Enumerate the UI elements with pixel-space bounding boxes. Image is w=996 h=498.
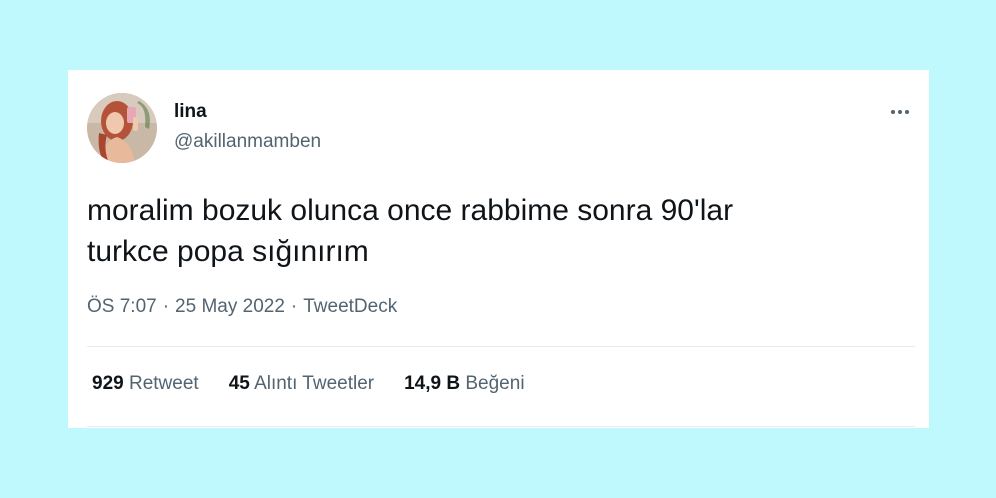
more-options-button[interactable] xyxy=(886,100,914,124)
tweet-text: moralim bozuk olunca once rabbime sonra … xyxy=(87,190,887,272)
tweet-source[interactable]: TweetDeck xyxy=(303,296,397,317)
likes-label: Beğeni xyxy=(465,373,525,394)
more-horizontal-icon-dot xyxy=(905,110,909,114)
quotes-label: Alıntı Tweetler xyxy=(254,373,375,394)
divider xyxy=(87,426,915,427)
tweet-date[interactable]: 25 May 2022 xyxy=(175,296,285,317)
tweet-text-line: turkce popa sığınırım xyxy=(87,235,369,268)
meta-separator: · xyxy=(290,296,298,317)
retweets-stat[interactable]: 929 Retweet xyxy=(92,373,199,395)
likes-count: 14,9 B xyxy=(404,373,461,394)
divider xyxy=(87,346,915,347)
author-name[interactable]: lina xyxy=(174,101,207,123)
tweet-stats: 929 Retweet 45 Alıntı Tweetler 14,9 B Be… xyxy=(92,373,525,395)
quotes-stat[interactable]: 45 Alıntı Tweetler xyxy=(229,373,374,395)
retweets-count: 929 xyxy=(92,373,124,394)
avatar[interactable] xyxy=(87,93,157,163)
tweet-meta: ÖS 7:07 · 25 May 2022 · TweetDeck xyxy=(87,296,397,318)
retweets-label: Retweet xyxy=(128,373,199,394)
likes-stat[interactable]: 14,9 B Beğeni xyxy=(404,373,524,395)
tweet-card: lina @akillanmamben moralim bozuk olunca… xyxy=(68,70,929,428)
more-horizontal-icon xyxy=(891,110,895,114)
meta-separator: · xyxy=(162,296,170,317)
more-horizontal-icon-dot xyxy=(898,110,902,114)
author-handle[interactable]: @akillanmamben xyxy=(174,131,321,153)
tweet-text-line: moralim bozuk olunca once rabbime sonra … xyxy=(87,194,734,227)
avatar-image xyxy=(87,93,157,163)
tweet-time[interactable]: ÖS 7:07 xyxy=(87,296,157,317)
quotes-count: 45 xyxy=(228,373,250,394)
